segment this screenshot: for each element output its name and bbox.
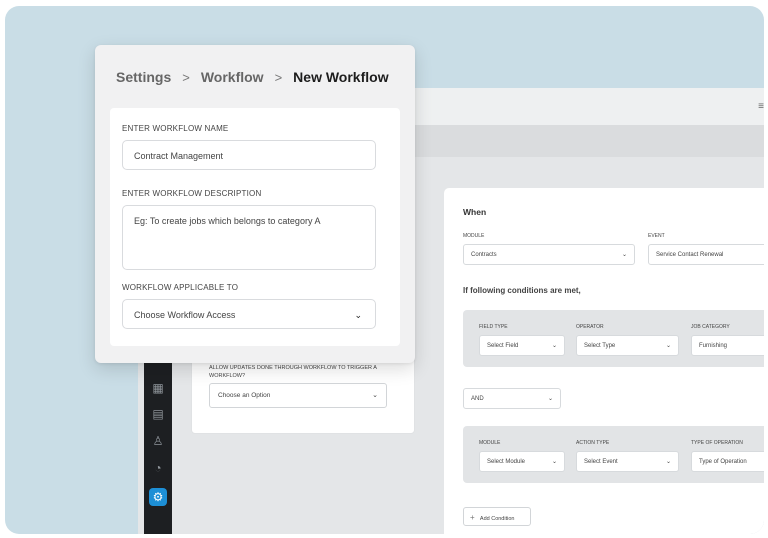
- tag-icon[interactable]: ◔: [149, 459, 167, 477]
- logic-operator-select[interactable]: AND ⌄: [463, 388, 561, 409]
- operator-value: Select Type: [584, 343, 616, 349]
- building-icon[interactable]: ▤: [149, 405, 167, 423]
- hamburger-icon[interactable]: ≡: [758, 101, 764, 112]
- conditions-title: If following conditions are met,: [463, 286, 581, 295]
- chevron-down-icon: ⌄: [551, 343, 557, 349]
- action-type-select[interactable]: Select Event ⌄: [576, 451, 679, 472]
- breadcrumb-settings[interactable]: Settings: [116, 69, 171, 85]
- operator-select[interactable]: Select Type ⌄: [576, 335, 679, 356]
- event-select[interactable]: Service Contact Renewal: [648, 244, 764, 265]
- type-of-operation-select[interactable]: Type of Operation: [691, 451, 764, 472]
- workflow-name-label: ENTER WORKFLOW NAME: [122, 124, 229, 133]
- workflow-description-placeholder: Eg: To create jobs which belongs to cate…: [134, 216, 321, 226]
- chevron-down-icon: ⌄: [372, 392, 378, 399]
- workflow-description-label: ENTER WORKFLOW DESCRIPTION: [122, 189, 262, 198]
- workflow-name-value: Contract Management: [134, 151, 224, 161]
- breadcrumb-new-workflow: New Workflow: [293, 69, 389, 85]
- allow-updates-select[interactable]: Choose an Option ⌄: [209, 383, 387, 408]
- action-group: MODULE Select Module ⌄ ACTION TYPE Selec…: [463, 426, 764, 483]
- module-value: Contracts: [471, 252, 497, 258]
- breadcrumb-workflow[interactable]: Workflow: [201, 69, 264, 85]
- workflow-applicable-value: Choose Workflow Access: [134, 310, 236, 320]
- chevron-down-icon: ⌄: [547, 396, 553, 402]
- chevron-down-icon: ⌄: [354, 310, 362, 320]
- module2-label: MODULE: [479, 440, 501, 446]
- condition-group: FIELD TYPE Select Field ⌄ OPERATOR Selec…: [463, 310, 764, 367]
- chevron-down-icon: ⌄: [665, 343, 671, 349]
- module2-value: Select Module: [487, 459, 526, 465]
- new-workflow-modal: Settings > Workflow > New Workflow ENTER WOR…: [95, 45, 415, 363]
- calendar-icon[interactable]: ▦: [149, 379, 167, 397]
- workflow-description-input[interactable]: Eg: To create jobs which belongs to cate…: [122, 205, 376, 270]
- field-type-select[interactable]: Select Field ⌄: [479, 335, 565, 356]
- module-select[interactable]: Contracts ⌄: [463, 244, 635, 265]
- type-of-operation-value: Type of Operation: [699, 459, 747, 465]
- operator-label: OPERATOR: [576, 324, 604, 330]
- workflow-applicable-select[interactable]: Choose Workflow Access ⌄: [122, 299, 376, 329]
- job-category-value: Furnishing: [699, 343, 728, 349]
- chevron-down-icon: ⌄: [551, 459, 557, 465]
- chevron-down-icon: ⌄: [621, 252, 627, 258]
- add-condition-label: Add Condition: [479, 516, 515, 522]
- plus-icon: +: [470, 513, 475, 522]
- workflow-applicable-label: WORKFLOW APPLICABLE TO: [122, 283, 239, 292]
- job-category-label: JOB CATEGORY: [691, 324, 730, 330]
- chevron-down-icon: ⌄: [665, 459, 671, 465]
- chevron-right-icon: >: [182, 70, 190, 85]
- field-type-label: FIELD TYPE: [479, 324, 508, 330]
- allow-updates-value: Choose an Option: [218, 392, 271, 399]
- settings-icon[interactable]: ⚙: [149, 488, 167, 506]
- allow-updates-label: ALLOW UPDATES DONE THROUGH WORKFLOW TO T…: [209, 365, 377, 379]
- action-type-value: Select Event: [584, 459, 618, 465]
- workflow-form: ENTER WORKFLOW NAME Contract Management …: [110, 108, 400, 346]
- job-category-select[interactable]: Furnishing: [691, 335, 764, 356]
- when-title: When: [463, 207, 487, 217]
- breadcrumb: Settings > Workflow > New Workflow: [116, 69, 389, 85]
- module-label: MODULE: [463, 233, 485, 239]
- workflow-name-input[interactable]: Contract Management: [122, 140, 376, 170]
- logic-operator-value: AND: [471, 396, 484, 402]
- add-condition-button[interactable]: + Add Condition: [463, 507, 531, 526]
- screenshot-frame: ≡ ▦ ▤ ♙ ◔ ⚙ ALLOW UPDATES DONE THROUGH W…: [5, 6, 764, 534]
- field-type-value: Select Field: [487, 343, 519, 349]
- action-type-label: ACTION TYPE: [576, 440, 610, 446]
- when-panel: When MODULE Contracts ⌄ EVENT Service Co…: [444, 188, 764, 534]
- user-icon[interactable]: ♙: [149, 432, 167, 450]
- event-value: Service Contact Renewal: [656, 252, 724, 258]
- type-of-operation-label: TYPE OF OPERATION: [691, 440, 743, 446]
- event-label: EVENT: [648, 233, 665, 239]
- chevron-right-icon: >: [274, 70, 283, 85]
- module2-select[interactable]: Select Module ⌄: [479, 451, 565, 472]
